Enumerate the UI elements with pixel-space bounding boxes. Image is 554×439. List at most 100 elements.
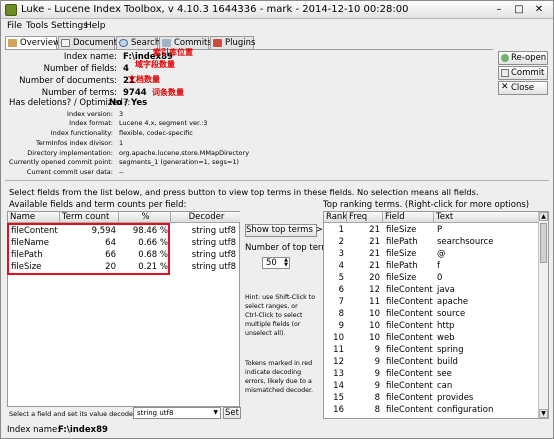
num-terms-label: Number of terms: [41, 88, 117, 98]
commit-button[interactable]: Commit [498, 66, 548, 80]
rank-cell: 1 [338, 225, 344, 235]
freq-cell: 8 [374, 405, 380, 415]
table-row[interactable]: 2 21 filePath searchsource [324, 236, 538, 248]
terminfos-label: TermInfos index divisor: [35, 139, 113, 147]
menu-settings[interactable]: Settings [51, 21, 88, 31]
maximize-icon[interactable]: □ [509, 3, 529, 17]
commits-icon [162, 39, 171, 47]
num-terms-value: 9744 [123, 88, 147, 98]
table-row[interactable]: 10 10 fileContent web [324, 332, 538, 344]
decoder-cell: string utf8 [191, 226, 236, 236]
index-functionality-label: Index functionality: [50, 129, 113, 137]
terms-header-freq[interactable]: Freq [347, 212, 383, 223]
annotation-index-location: 索引库位置 [153, 48, 193, 57]
text-cell: build [437, 357, 458, 367]
index-format-label: Index format: [69, 119, 113, 127]
field-cell: fileContent [386, 285, 433, 295]
table-row[interactable]: 1 21 fileSize P [324, 224, 538, 236]
rank-cell: 12 [333, 357, 344, 367]
close-button[interactable]: ✕ Close [498, 81, 548, 95]
menu-tools[interactable]: Tools [26, 21, 48, 31]
commit-point-value: segments_1 (generation=1, segs=1) [119, 158, 239, 166]
freq-cell: 10 [369, 333, 380, 343]
spinner-arrows-icon[interactable]: ▲ ▼ [284, 258, 288, 268]
terms-header-text[interactable]: Text [434, 212, 538, 223]
scroll-thumb[interactable] [540, 223, 547, 263]
freq-cell: 21 [369, 225, 380, 235]
text-cell: @ [437, 249, 446, 259]
close-label: Close [511, 83, 535, 93]
field-cell: fileContent [386, 345, 433, 355]
fields-header-percent[interactable]: % [119, 212, 171, 223]
fields-header-name[interactable]: Name [8, 212, 60, 223]
table-row[interactable]: 9 10 fileContent http [324, 320, 538, 332]
rank-cell: 15 [333, 393, 344, 403]
tab-search[interactable]: Search [116, 36, 160, 49]
text-cell: P [437, 225, 443, 235]
decoder-select[interactable]: string utf8 ▼ [133, 407, 221, 419]
menu-help[interactable]: Help [85, 21, 106, 31]
tab-overview[interactable]: Overview [5, 36, 60, 50]
num-top-terms-value: 50 [266, 258, 277, 268]
scroll-up-icon[interactable]: ▲ [539, 212, 548, 221]
app-icon [5, 4, 17, 16]
table-row[interactable]: 15 8 fileContent provides [324, 392, 538, 404]
field-cell: fileContent [386, 309, 433, 319]
tab-documents-label: Documents [73, 38, 122, 48]
window-title: Luke - Lucene Index Toolbox, v 4.10.3 16… [21, 4, 409, 15]
terms-header-rank[interactable]: Rank [324, 212, 347, 223]
freq-cell: 10 [369, 321, 380, 331]
reopen-button[interactable]: Re-open [498, 51, 548, 65]
close-window-icon[interactable]: ✕ [529, 3, 549, 17]
table-row[interactable]: 4 21 filePath f [324, 260, 538, 272]
text-cell: 0 [437, 273, 443, 283]
index-name-label: Index name: [63, 52, 117, 62]
text-cell: spring [437, 345, 464, 355]
rank-cell: 7 [338, 297, 344, 307]
terms-header-field[interactable]: Field [383, 212, 434, 223]
directory-value: org.apache.lucene.store.MMapDirectory [119, 149, 250, 157]
index-version-value: 3 [119, 110, 124, 118]
field-cell: fileContent [386, 405, 433, 415]
table-row[interactable]: 7 11 fileContent apache [324, 296, 538, 308]
table-row[interactable]: 16 8 fileContent configuration [324, 404, 538, 416]
minimize-icon[interactable]: – [489, 3, 509, 17]
text-cell: java [437, 285, 455, 295]
status-bar: Index name: F:\index89 [5, 425, 549, 437]
table-row[interactable]: 6 12 fileContent java [324, 284, 538, 296]
fields-header-decoder[interactable]: Decoder [171, 212, 240, 223]
field-cell: fileSize [386, 225, 417, 235]
decoder-cell: string utf8 [191, 250, 236, 260]
table-row[interactable]: 13 9 fileContent see [324, 368, 538, 380]
table-row[interactable]: 11 9 fileContent spring [324, 344, 538, 356]
freq-cell: 21 [369, 237, 380, 247]
tab-documents[interactable]: Documents [58, 36, 121, 49]
text-cell: web [437, 333, 455, 343]
status-index-value: F:\index89 [58, 425, 108, 435]
tab-plugins[interactable]: Plugins [210, 36, 255, 49]
instructions-text: Select fields from the list below, and p… [9, 187, 479, 197]
show-top-terms-button[interactable]: Show top terms >> [245, 224, 330, 237]
table-row[interactable]: 8 10 fileContent source [324, 308, 538, 320]
terms-scrollbar[interactable]: ▲ ▼ [538, 212, 548, 418]
table-row[interactable]: 3 21 fileSize @ [324, 248, 538, 260]
rank-cell: 13 [333, 369, 344, 379]
num-top-terms-spinner[interactable]: 50 ▲ ▼ [262, 257, 290, 269]
commit-label: Commit [511, 68, 545, 78]
rank-cell: 6 [338, 285, 344, 295]
search-icon [119, 39, 128, 47]
table-row[interactable]: 14 9 fileContent can [324, 380, 538, 392]
menu-file[interactable]: File [7, 21, 22, 31]
scroll-down-icon[interactable]: ▼ [539, 409, 548, 418]
field-cell: fileContent [386, 321, 433, 331]
table-row[interactable]: 12 9 fileContent build [324, 356, 538, 368]
commit-icon [501, 69, 509, 77]
deletions-value: No / Yes [109, 98, 148, 108]
table-row[interactable]: 5 20 fileSize 0 [324, 272, 538, 284]
text-cell: see [437, 369, 452, 379]
fields-header-termcount[interactable]: Term count [60, 212, 119, 223]
set-decoder-button[interactable]: Set [223, 407, 241, 419]
rank-cell: 14 [333, 381, 344, 391]
num-docs-label: Number of documents: [19, 76, 117, 86]
field-cell: filePath [386, 261, 418, 271]
